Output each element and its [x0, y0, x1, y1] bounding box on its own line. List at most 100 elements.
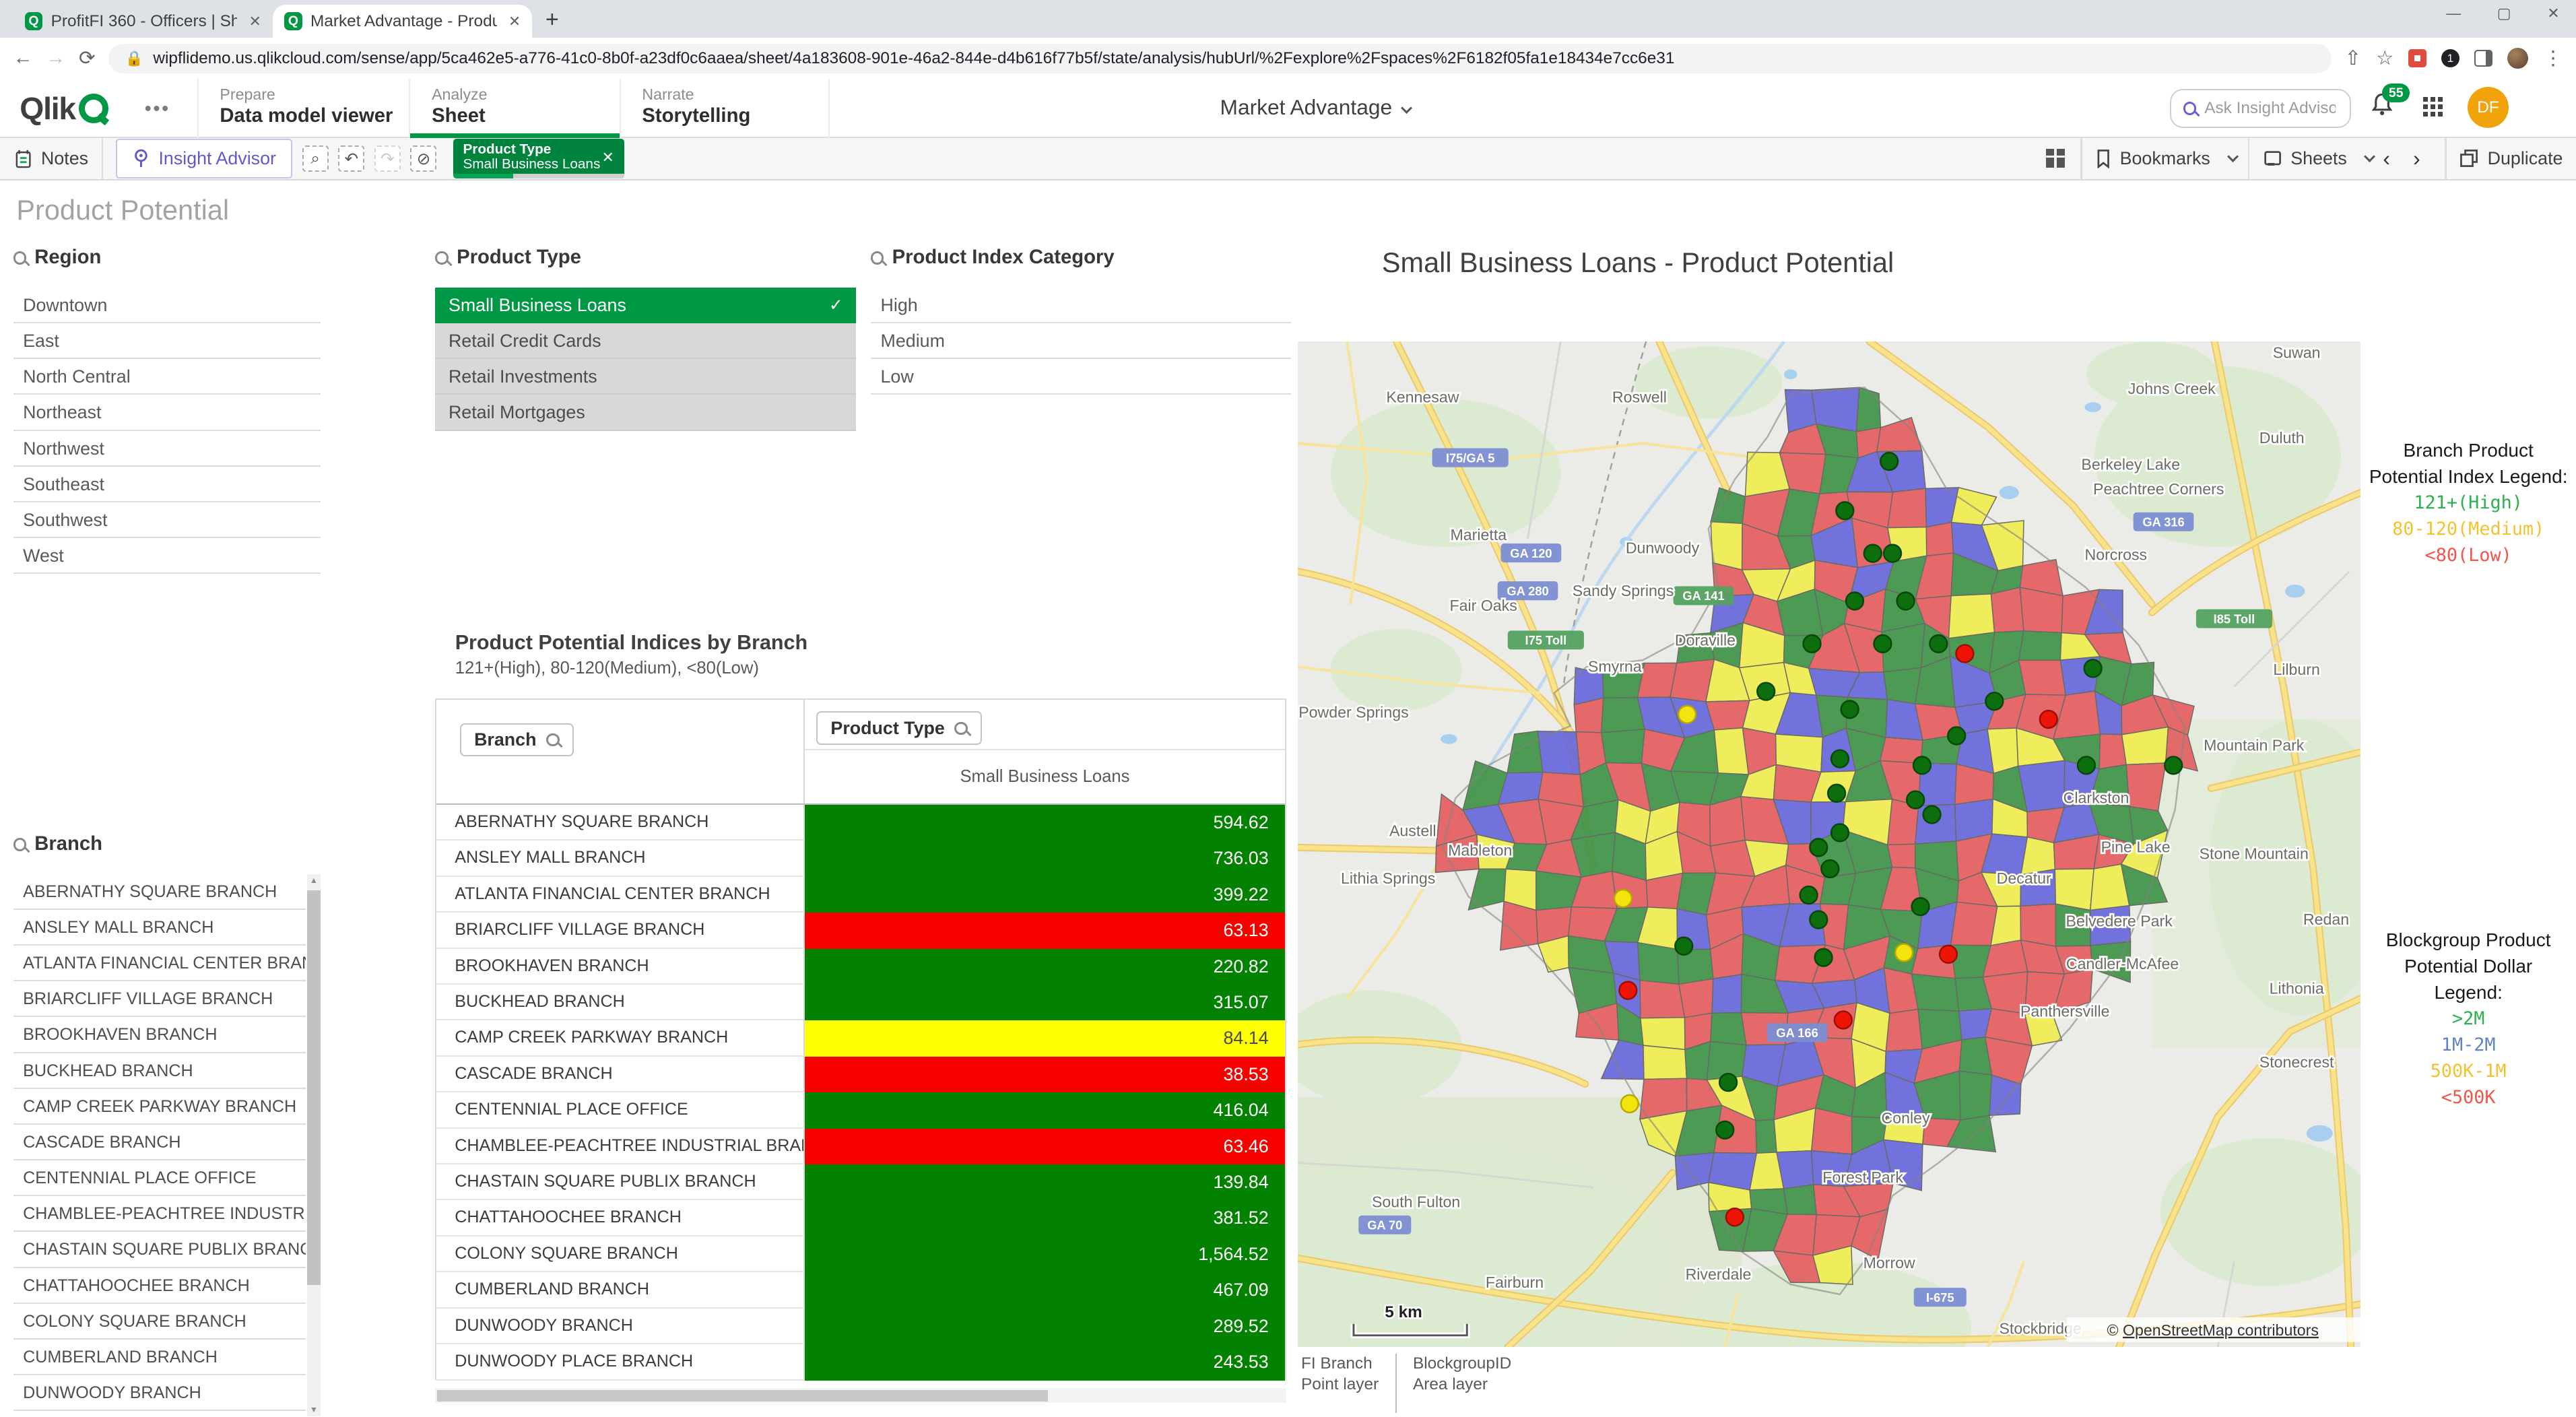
branch-list-item[interactable]: CAMP CREEK PARKWAY BRANCH	[13, 1089, 306, 1125]
nav-prepare[interactable]: Prepare Data model viewer	[197, 79, 407, 138]
branch-list-item[interactable]: DUNWOODY BRANCH	[13, 1375, 306, 1411]
branch-dot-green[interactable]	[1923, 806, 1941, 824]
previous-sheet-icon[interactable]: ‹	[2371, 146, 2402, 171]
branch-dot-green[interactable]	[1804, 635, 1821, 653]
product-type-list-item[interactable]: Retail Mortgages	[435, 395, 855, 430]
side-panel-icon[interactable]	[2474, 50, 2492, 66]
more-menu-icon[interactable]: •••	[145, 98, 170, 121]
forward-icon[interactable]: →	[46, 47, 65, 69]
branch-dot-green[interactable]	[1716, 1121, 1733, 1139]
index-category-list-item[interactable]: Medium	[871, 323, 1291, 359]
table-row[interactable]: CHAMBLEE-PEACHTREE INDUSTRIAL BRANCH63.4…	[436, 1129, 1285, 1164]
branch-dot-green[interactable]	[2078, 757, 2095, 775]
scroll-down-icon[interactable]: ▼	[307, 1405, 321, 1414]
branch-dot-yellow[interactable]	[1678, 706, 1696, 723]
blockgroup-polygon[interactable]	[1711, 522, 1742, 570]
branch-list-item[interactable]: BRIARCLIFF VILLAGE BRANCH	[13, 981, 306, 1017]
table-row[interactable]: CASCADE BRANCH38.53	[436, 1057, 1285, 1092]
branch-dot-green[interactable]	[1985, 693, 2003, 711]
branch-dot-red[interactable]	[1835, 1012, 1852, 1029]
extension-badge-icon[interactable]: 1	[2441, 49, 2459, 67]
table-row[interactable]: DUNWOODY BRANCH289.52	[436, 1309, 1285, 1344]
blockgroup-polygon[interactable]	[1951, 902, 1997, 946]
product-type-column-header[interactable]: Product Type	[816, 711, 983, 745]
refresh-icon[interactable]: ⟳	[79, 46, 96, 70]
tab-close-icon[interactable]: ✕	[246, 13, 261, 30]
branch-dot-yellow[interactable]	[1621, 1095, 1639, 1113]
blockgroup-polygon[interactable]	[1911, 975, 1958, 1012]
branch-dot-green[interactable]	[1846, 593, 1863, 610]
table-row[interactable]: ABERNATHY SQUARE BRANCH594.62	[436, 805, 1285, 841]
blockgroup-polygon[interactable]	[1812, 1109, 1852, 1155]
notes-button[interactable]: Notes	[13, 148, 89, 170]
extension-icon[interactable]	[2408, 49, 2426, 67]
region-list-item[interactable]: East	[13, 323, 321, 359]
branch-dot-yellow[interactable]	[1895, 944, 1913, 962]
branch-dot-green[interactable]	[1874, 635, 1892, 653]
branch-list-item[interactable]: CHASTAIN SQUARE PUBLIX BRANCH	[13, 1232, 306, 1267]
smart-search-selection-icon[interactable]: ⌕	[302, 145, 329, 172]
blockgroup-polygon[interactable]	[1777, 1151, 1814, 1189]
blockgroup-polygon[interactable]	[1949, 594, 1995, 638]
product-type-list-item[interactable]: Retail Investments	[435, 359, 855, 395]
browser-menu-icon[interactable]: ⋮	[2543, 46, 2563, 70]
blockgroup-polygon[interactable]	[1888, 845, 1915, 869]
remove-selection-icon[interactable]: ✕	[602, 149, 614, 166]
redo-selection-icon[interactable]: ↷	[374, 145, 401, 172]
table-row[interactable]: ATLANTA FINANCIAL CENTER BRANCH399.22	[436, 877, 1285, 913]
table-row[interactable]: BUCKHEAD BRANCH315.07	[436, 985, 1285, 1020]
product-type-list-item[interactable]: Small Business Loans✓	[435, 288, 855, 323]
blockgroup-polygon[interactable]	[1601, 729, 1645, 764]
branch-dot-green[interactable]	[1831, 824, 1849, 842]
region-list-item[interactable]: Downtown	[13, 288, 321, 323]
blockgroup-polygon[interactable]	[1641, 1018, 1685, 1050]
index-category-list-item[interactable]: High	[871, 288, 1291, 323]
branch-dot-green[interactable]	[1930, 635, 1948, 653]
qlik-logo[interactable]: Qlik	[20, 90, 108, 127]
region-filter-header[interactable]: Region	[13, 242, 321, 275]
blockgroup-polygon[interactable]	[2055, 869, 2094, 910]
blockgroup-polygon[interactable]	[1888, 489, 1926, 528]
branch-dot-green[interactable]	[1810, 911, 1827, 929]
table-row[interactable]: CHATTAHOOCHEE BRANCH381.52	[436, 1200, 1285, 1236]
branch-dot-green[interactable]	[1841, 701, 1859, 719]
blockgroup-polygon[interactable]	[1643, 1046, 1686, 1080]
branch-dot-green[interactable]	[1907, 791, 1924, 809]
branch-dot-green[interactable]	[1800, 887, 1818, 904]
next-sheet-icon[interactable]: ›	[2402, 146, 2432, 171]
bookmark-star-icon[interactable]: ☆	[2376, 46, 2393, 70]
blockgroup-polygon[interactable]	[1886, 1010, 1922, 1052]
branch-list-item[interactable]: ABERNATHY SQUARE BRANCH	[13, 874, 306, 910]
branch-dot-green[interactable]	[1912, 898, 1929, 916]
app-switcher-icon[interactable]	[2423, 97, 2445, 119]
product-type-list-item[interactable]: Retail Credit Cards	[435, 323, 855, 359]
scrollbar-thumb[interactable]	[437, 1390, 1048, 1402]
index-category-list-item[interactable]: Low	[871, 359, 1291, 395]
address-bar[interactable]: 🔒 wipflidemo.us.qlikcloud.com/sense/app/…	[108, 44, 2332, 73]
branch-dot-green[interactable]	[1675, 937, 1692, 955]
blockgroup-polygon[interactable]	[2019, 661, 2066, 696]
search-input[interactable]	[2204, 99, 2336, 118]
region-list-item[interactable]: North Central	[13, 359, 321, 395]
branch-list-item[interactable]: BROOKHAVEN BRANCH	[13, 1017, 306, 1053]
region-list-item[interactable]: Southwest	[13, 502, 321, 538]
branch-dot-green[interactable]	[1884, 545, 1901, 562]
branch-list-item[interactable]: COLONY SQUARE BRANCH	[13, 1304, 306, 1340]
branch-dot-red[interactable]	[1726, 1209, 1744, 1226]
blockgroup-polygon[interactable]	[1679, 979, 1713, 1018]
branch-column-header[interactable]: Branch	[460, 723, 574, 757]
table-row[interactable]: CHASTAIN SQUARE PUBLIX BRANCH139.84	[436, 1164, 1285, 1200]
browser-tab-active[interactable]: Q Market Advantage - Product Pote ✕	[273, 5, 532, 38]
tab-close-icon[interactable]: ✕	[505, 13, 521, 30]
table-row[interactable]: BROOKHAVEN BRANCH220.82	[436, 949, 1285, 985]
branch-dot-green[interactable]	[1815, 949, 1832, 966]
region-list-item[interactable]: Southeast	[13, 467, 321, 502]
area-layer-label[interactable]: BlockgroupID Area layer	[1395, 1354, 1528, 1413]
nav-analyze[interactable]: Analyze Sheet	[409, 79, 619, 138]
blockgroup-polygon[interactable]	[1638, 943, 1679, 985]
table-row[interactable]: DUNWOODY PLACE BRANCH243.53	[436, 1344, 1285, 1380]
duplicate-button[interactable]: Duplicate	[2459, 148, 2563, 169]
region-list-item[interactable]: Northeast	[13, 395, 321, 430]
blockgroup-polygon[interactable]	[1884, 668, 1921, 704]
table-row[interactable]: BRIARCLIFF VILLAGE BRANCH63.13	[436, 913, 1285, 948]
